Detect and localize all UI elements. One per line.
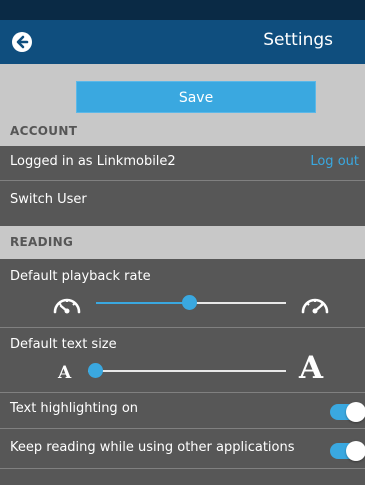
highlighting-toggle-knob xyxy=(346,402,365,422)
highlighting-row: Text highlighting on xyxy=(0,393,365,429)
keep-reading-toggle-knob xyxy=(346,441,365,461)
keep-reading-toggle[interactable] xyxy=(330,441,365,461)
slow-speed-gauge-icon xyxy=(53,298,81,314)
switch-user-label: Switch User xyxy=(10,192,87,207)
playback-slider-fill xyxy=(96,302,189,304)
playback-rate-label: Default playback rate xyxy=(10,269,151,284)
keep-reading-label: Keep reading while using other applicati… xyxy=(10,440,295,455)
playback-rate-row: Default playback rate xyxy=(0,259,365,328)
large-text-size-icon: A xyxy=(299,350,324,386)
logged-in-label: Logged in as Linkmobile2 xyxy=(10,154,176,169)
text-size-slider-thumb[interactable] xyxy=(88,363,103,378)
small-text-size-icon: A xyxy=(58,363,72,383)
highlighting-toggle[interactable] xyxy=(330,402,365,422)
section-header-reading: READING xyxy=(0,226,365,259)
text-size-slider[interactable] xyxy=(88,363,286,379)
logged-in-row: Logged in as Linkmobile2 Log out xyxy=(0,146,365,181)
keep-reading-row: Keep reading while using other applicati… xyxy=(0,429,365,469)
section-header-account: ACCOUNT xyxy=(0,118,365,146)
back-arrow-circle-icon xyxy=(16,35,29,49)
highlighting-label: Text highlighting on xyxy=(10,401,139,416)
save-button[interactable]: Save xyxy=(76,81,316,113)
switch-user-row[interactable]: Switch User xyxy=(0,181,365,226)
playback-slider-thumb[interactable] xyxy=(182,295,197,310)
back-button[interactable] xyxy=(12,32,32,52)
logout-link[interactable]: Log out xyxy=(310,154,359,169)
text-size-row: Default text size A A xyxy=(0,328,365,393)
save-area: Save xyxy=(0,64,365,118)
app-header: Settings xyxy=(0,20,365,64)
playback-rate-slider[interactable] xyxy=(96,295,286,311)
fast-speed-gauge-icon xyxy=(301,298,329,314)
text-size-slider-track xyxy=(88,370,286,372)
status-bar xyxy=(0,0,365,20)
page-title: Settings xyxy=(263,30,333,50)
text-size-label: Default text size xyxy=(10,337,117,352)
